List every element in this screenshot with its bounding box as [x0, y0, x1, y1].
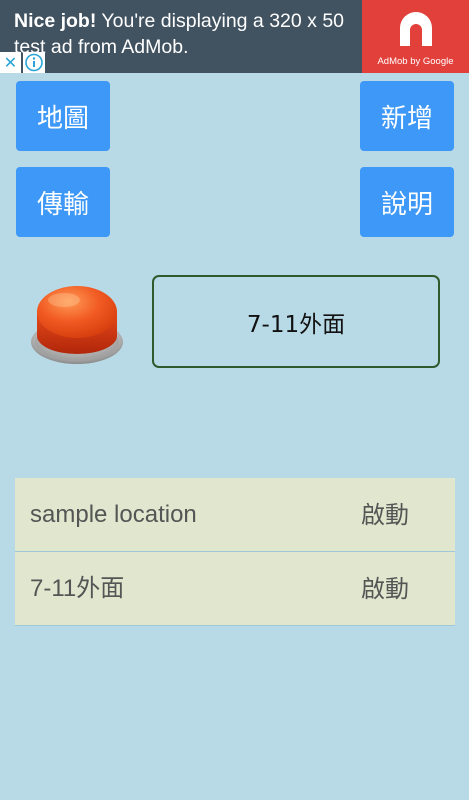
location-name: sample location — [30, 501, 197, 528]
ad-close-icon[interactable]: ✕ — [0, 52, 21, 73]
add-button[interactable]: 新增 — [360, 81, 454, 151]
help-button[interactable]: 說明 — [360, 167, 454, 237]
admob-logo[interactable]: AdMob by Google — [362, 0, 469, 73]
ad-text[interactable]: Nice job! You're displaying a 320 x 50 t… — [14, 8, 359, 60]
ad-info-icon[interactable] — [23, 52, 45, 73]
map-button[interactable]: 地圖 — [16, 81, 110, 151]
ad-headline: Nice job! — [14, 10, 97, 32]
list-item[interactable]: 7-11外面 啟動 — [15, 552, 455, 626]
transfer-button[interactable]: 傳輸 — [16, 167, 110, 237]
list-item[interactable]: sample location 啟動 — [15, 478, 455, 552]
red-push-button[interactable] — [28, 274, 126, 372]
activate-button[interactable]: 啟動 — [361, 478, 409, 552]
admob-logo-icon — [400, 12, 432, 46]
location-list: sample location 啟動 7-11外面 啟動 — [15, 478, 455, 626]
ad-brand: AdMob by Google — [377, 56, 454, 67]
ad-banner[interactable]: Nice job! You're displaying a 320 x 50 t… — [0, 0, 469, 73]
location-name: 7-11外面 — [30, 575, 125, 602]
current-location-display[interactable]: 7-11外面 — [152, 275, 440, 368]
activate-button[interactable]: 啟動 — [361, 552, 409, 626]
